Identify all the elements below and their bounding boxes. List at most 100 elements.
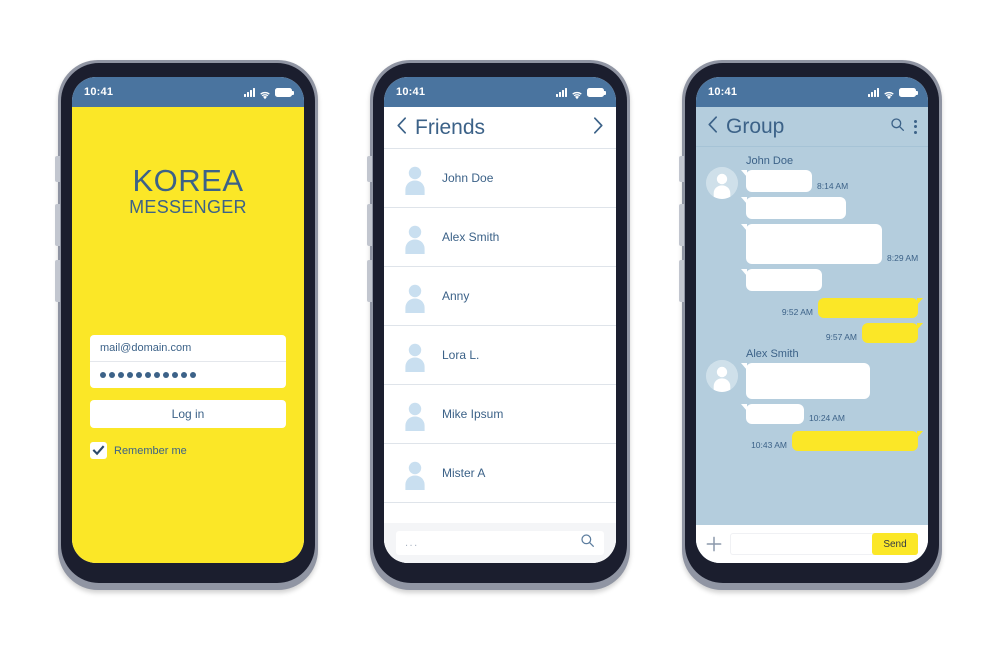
brand-line-secondary: MESSENGER bbox=[129, 197, 247, 217]
message-bubble-incoming[interactable] bbox=[741, 269, 822, 291]
person-avatar-icon bbox=[398, 161, 432, 195]
message-column: Alex Smith 10:24 AM bbox=[741, 348, 918, 429]
password-field[interactable] bbox=[90, 362, 286, 388]
signal-icon bbox=[868, 87, 879, 97]
volume-down-button[interactable] bbox=[55, 260, 60, 302]
message-input[interactable]: Send bbox=[730, 533, 918, 555]
kebab-menu-icon[interactable] bbox=[914, 119, 917, 134]
search-input[interactable]: ... bbox=[396, 531, 604, 555]
wifi-icon bbox=[259, 87, 271, 100]
list-item[interactable]: Mister A bbox=[384, 444, 616, 503]
status-clock: 10:41 bbox=[708, 86, 738, 98]
list-item-label: Mike Ipsum bbox=[442, 407, 504, 421]
person-avatar-icon bbox=[706, 167, 738, 199]
status-clock: 10:41 bbox=[84, 86, 114, 98]
message-row: 10:24 AM bbox=[741, 404, 918, 424]
friends-list: John Doe Alex Smith Anny Lora L. Mike Ip… bbox=[384, 149, 616, 523]
person-avatar-icon bbox=[398, 338, 432, 372]
message-bubble-outgoing[interactable] bbox=[862, 323, 923, 343]
message-row: 8:14 AM bbox=[741, 170, 918, 192]
send-button[interactable]: Send bbox=[872, 533, 918, 555]
list-item[interactable]: Mike Ipsum bbox=[384, 385, 616, 444]
message-bubble-incoming[interactable] bbox=[741, 404, 804, 424]
message-group: Alex Smith 10:24 AM bbox=[706, 348, 918, 429]
friends-navigation-bar: Friends bbox=[384, 107, 616, 149]
chevron-left-icon[interactable] bbox=[396, 116, 407, 140]
login-button[interactable]: Log in bbox=[90, 400, 286, 428]
message-timestamp: 10:43 AM bbox=[751, 440, 787, 450]
volume-up-button[interactable] bbox=[55, 204, 60, 246]
phone-mockup-login: 10:41 KOREA MESSENGER mail@domain.com Lo… bbox=[55, 60, 318, 590]
person-avatar-icon bbox=[398, 220, 432, 254]
password-dots bbox=[100, 372, 196, 378]
status-icon-group bbox=[244, 87, 294, 100]
check-icon bbox=[92, 445, 105, 456]
wifi-icon bbox=[571, 87, 583, 100]
status-bar: 10:41 bbox=[384, 77, 616, 107]
volume-up-button[interactable] bbox=[367, 204, 372, 246]
credentials-group: mail@domain.com bbox=[90, 335, 286, 388]
phone-mockup-chat: 10:41 Group John Doe 8:14 AM 8:29 AM 9:5… bbox=[679, 60, 942, 590]
login-page: KOREA MESSENGER mail@domain.com Log in R… bbox=[72, 107, 304, 563]
message-bubble-incoming[interactable] bbox=[741, 197, 846, 219]
remember-me-label: Remember me bbox=[114, 444, 187, 457]
battery-icon bbox=[899, 87, 918, 97]
remember-me-checkbox[interactable] bbox=[90, 442, 107, 459]
chevron-left-icon[interactable] bbox=[707, 115, 718, 139]
message-timestamp: 9:57 AM bbox=[825, 332, 857, 342]
volume-up-button[interactable] bbox=[679, 204, 684, 246]
message-sender: Alex Smith bbox=[746, 348, 799, 360]
list-item-label: Lora L. bbox=[442, 348, 480, 362]
message-bubble-incoming[interactable] bbox=[741, 170, 812, 192]
page-title: Friends bbox=[415, 115, 486, 139]
status-bar: 10:41 bbox=[696, 77, 928, 107]
status-icon-group bbox=[868, 87, 918, 100]
message-row bbox=[741, 363, 918, 399]
chevron-right-icon[interactable] bbox=[593, 116, 604, 140]
silent-switch-button[interactable] bbox=[679, 156, 684, 182]
search-placeholder: ... bbox=[405, 537, 419, 549]
search-icon[interactable] bbox=[890, 117, 905, 137]
volume-down-button[interactable] bbox=[367, 260, 372, 302]
page-title: Group bbox=[726, 114, 785, 138]
screen-friends: 10:41 Friends John Doe Alex Smith Anny L… bbox=[384, 77, 616, 563]
list-item[interactable]: Alex Smith bbox=[384, 208, 616, 267]
volume-down-button[interactable] bbox=[679, 260, 684, 302]
message-bubble-outgoing[interactable] bbox=[818, 298, 923, 318]
status-icon-group bbox=[556, 87, 606, 100]
nav-left-group: Friends bbox=[396, 116, 485, 140]
person-avatar-icon bbox=[398, 456, 432, 490]
signal-icon bbox=[244, 87, 255, 97]
chat-page: Group John Doe 8:14 AM 8:29 AM 9:52 AM 9… bbox=[696, 107, 928, 563]
chat-actions bbox=[890, 117, 917, 137]
status-clock: 10:41 bbox=[396, 86, 426, 98]
app-logo: KOREA MESSENGER bbox=[72, 165, 304, 219]
brand-line-primary: KOREA bbox=[132, 163, 244, 198]
list-item[interactable]: Lora L. bbox=[384, 326, 616, 385]
silent-switch-button[interactable] bbox=[55, 156, 60, 182]
message-sender: John Doe bbox=[746, 155, 794, 167]
message-bubble-outgoing[interactable] bbox=[792, 431, 923, 451]
person-avatar-icon bbox=[398, 279, 432, 313]
nav-left-group: Group bbox=[707, 115, 784, 139]
screen-login: 10:41 KOREA MESSENGER mail@domain.com Lo… bbox=[72, 77, 304, 563]
message-bubble-incoming[interactable] bbox=[741, 224, 882, 264]
silent-switch-button[interactable] bbox=[367, 156, 372, 182]
remember-me-row[interactable]: Remember me bbox=[90, 442, 286, 459]
screen-chat: 10:41 Group John Doe 8:14 AM 8:29 AM 9:5… bbox=[696, 77, 928, 563]
chat-navigation-bar: Group bbox=[696, 107, 928, 147]
list-item[interactable]: Anny bbox=[384, 267, 616, 326]
list-item-label: Anny bbox=[442, 289, 470, 303]
chat-message-list: John Doe 8:14 AM 8:29 AM 9:52 AM 9:57 AM… bbox=[696, 147, 928, 525]
plus-icon[interactable] bbox=[706, 536, 722, 552]
message-row: 9:57 AM bbox=[706, 323, 923, 343]
login-form: mail@domain.com Log in Remember me bbox=[90, 335, 286, 459]
email-field[interactable]: mail@domain.com bbox=[90, 335, 286, 362]
message-timestamp: 8:29 AM bbox=[887, 253, 919, 263]
message-bubble-incoming[interactable] bbox=[741, 363, 870, 399]
search-icon[interactable] bbox=[580, 533, 595, 553]
message-timestamp: 10:24 AM bbox=[809, 413, 845, 423]
message-row bbox=[741, 197, 918, 219]
list-item[interactable]: John Doe bbox=[384, 149, 616, 208]
message-row: 10:43 AM bbox=[706, 431, 923, 451]
